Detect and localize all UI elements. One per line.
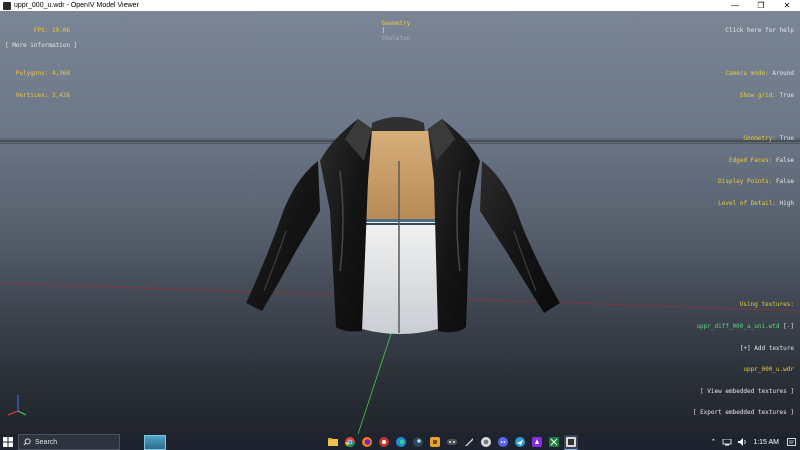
show-grid-label: Show grid: <box>739 92 776 100</box>
display-points-value: False <box>775 178 794 186</box>
geometry-mode-link[interactable]: Geometry <box>381 20 410 27</box>
discord-icon[interactable] <box>496 435 510 449</box>
search-placeholder: Search <box>35 438 58 446</box>
firefox-icon[interactable] <box>360 435 374 449</box>
archive-app-icon[interactable] <box>428 435 442 449</box>
camera-mode-value: Around <box>772 70 794 78</box>
close-button[interactable]: ✕ <box>774 0 800 11</box>
display-points-row[interactable]: Display Points: False <box>718 178 794 185</box>
geometry-row[interactable]: Geometry: True <box>718 135 794 142</box>
geometry-label: Geometry: <box>743 135 776 143</box>
minimize-button[interactable]: — <box>722 0 748 11</box>
camera-mode-label: Camera mode: <box>725 70 769 78</box>
game-launcher-icon[interactable] <box>445 435 459 449</box>
edge-icon[interactable] <box>394 435 408 449</box>
tool-app-icon[interactable] <box>462 435 476 449</box>
game-app-icon[interactable] <box>530 435 544 449</box>
model-viewport[interactable]: FPS: 19.06 Polygons: 4,368 Vertices: 3,4… <box>0 11 800 434</box>
network-icon[interactable] <box>722 438 732 446</box>
file-explorer-icon[interactable] <box>326 435 340 449</box>
messaging-app-icon[interactable] <box>513 435 527 449</box>
system-tray: ⌃ 1:15 AM <box>704 434 796 450</box>
photos-app-icon[interactable] <box>479 435 493 449</box>
show-grid-row[interactable]: Show grid: True <box>718 92 794 99</box>
mode-separator: | <box>381 27 386 35</box>
windows-taskbar: Search ⌃ 1:15 AM <box>0 434 800 450</box>
geometry-value: True <box>779 135 794 143</box>
taskbar-pinned-apps <box>326 435 581 450</box>
taskbar-search-box[interactable]: Search <box>18 434 120 450</box>
show-grid-value: True <box>779 92 794 100</box>
jacket-model <box>246 117 560 334</box>
axis-gizmo <box>7 395 27 416</box>
using-textures-label: Using textures: <box>739 301 794 309</box>
help-link[interactable]: Click here for help <box>718 27 794 34</box>
lod-value: High <box>779 199 794 207</box>
fps-label: FPS: <box>33 27 49 35</box>
vertices-value: 3,428 <box>51 92 70 100</box>
add-texture-link[interactable]: [+] Add texture <box>693 345 794 352</box>
chevron-up-icon[interactable]: ⌃ <box>710 438 716 446</box>
notifications-icon[interactable] <box>787 437 796 447</box>
more-information-link[interactable]: [ More information ] <box>5 42 77 49</box>
vertices-label: Vertices: <box>15 92 49 100</box>
taskbar-app-thumbnail[interactable] <box>144 434 166 450</box>
chrome-icon[interactable] <box>343 435 357 449</box>
camera-mode-row[interactable]: Camera mode: Around <box>718 70 794 77</box>
start-button[interactable] <box>0 434 16 450</box>
window-title: uppr_000_u.wdr - OpenIV Model Viewer <box>14 2 139 9</box>
display-points-label: Display Points: <box>718 178 773 186</box>
ground-grid <box>0 117 800 434</box>
lod-label: Level of Detail: <box>718 199 776 207</box>
maximize-button[interactable]: ❐ <box>748 0 774 11</box>
model-file-label: uppr_000_u.wdr <box>743 366 794 374</box>
stats-panel: FPS: 19.06 Polygons: 4,368 Vertices: 3,4… <box>8 13 70 114</box>
openiv-app-icon <box>3 1 11 10</box>
search-icon <box>23 438 31 446</box>
export-embedded-textures-link[interactable]: [ Export embedded textures ] <box>693 409 794 416</box>
skeleton-mode-link[interactable]: Skeleton <box>381 35 410 42</box>
edged-faces-row[interactable]: Edged Faces: False <box>718 157 794 164</box>
polygons-label: Polygons: <box>15 70 49 78</box>
lod-row[interactable]: Level of Detail: High <box>718 200 794 207</box>
clock-time[interactable]: 1:15 AM <box>753 439 779 446</box>
texture-remove-toggle[interactable]: [-] <box>783 323 794 330</box>
spreadsheet-app-icon[interactable] <box>547 435 561 449</box>
windows-logo-icon <box>3 437 13 447</box>
steam-icon[interactable] <box>411 435 425 449</box>
texture-file-link[interactable]: uppr_diff_000_a_uni.wtd <box>696 323 779 330</box>
window-titlebar: uppr_000_u.wdr - OpenIV Model Viewer — ❐… <box>0 0 800 11</box>
view-embedded-textures-link[interactable]: [ View embedded textures ] <box>693 388 794 395</box>
edged-faces-value: False <box>775 156 794 164</box>
settings-panel: Click here for help Camera mode: Around … <box>718 13 794 221</box>
edged-faces-label: Edged Faces: <box>728 156 773 164</box>
textures-panel: Using textures: uppr_diff_000_a_uni.wtd … <box>693 287 794 431</box>
openiv-taskbar-icon[interactable] <box>564 435 578 450</box>
media-app-icon[interactable] <box>377 435 391 449</box>
fps-value: 19.06 <box>51 27 70 35</box>
view-mode-selector: Geometry | Skeleton <box>367 13 410 49</box>
polygons-value: 4,368 <box>51 70 70 78</box>
volume-icon[interactable] <box>738 438 747 446</box>
